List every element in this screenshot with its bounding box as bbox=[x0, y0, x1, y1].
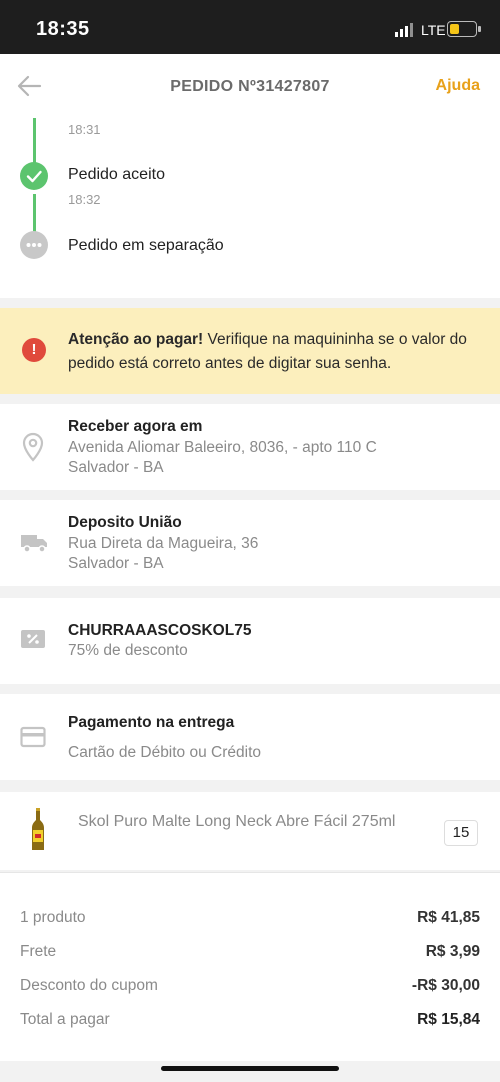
truck-icon bbox=[21, 535, 47, 553]
store-name: Deposito União bbox=[68, 514, 182, 531]
summary-label: 1 produto bbox=[20, 909, 86, 926]
timeline-time: 18:31 bbox=[68, 122, 101, 137]
product-quantity: 15 bbox=[444, 820, 478, 846]
alert-title: Atenção ao pagar! bbox=[68, 331, 204, 348]
store-card: Deposito União Rua Direta da Magueira, 3… bbox=[0, 500, 500, 586]
delivery-title: Receber agora em bbox=[68, 418, 203, 435]
status-bar: 18:35 LTE bbox=[0, 0, 500, 54]
credit-card-icon bbox=[20, 726, 46, 748]
payment-alert: ! Atenção ao pagar! Verifique na maquini… bbox=[0, 308, 500, 394]
product-item: Skol Puro Malte Long Neck Abre Fácil 275… bbox=[0, 792, 500, 870]
check-icon bbox=[20, 162, 48, 190]
battery-icon bbox=[447, 21, 481, 37]
summary-label: Desconto do cupom bbox=[20, 977, 158, 994]
store-address-line2: Salvador - BA bbox=[68, 555, 164, 572]
delivery-address-card: Receber agora em Avenida Aliomar Baleeir… bbox=[0, 404, 500, 490]
page-title: PEDIDO Nº31427807 bbox=[170, 78, 330, 95]
summary-value: R$ 41,85 bbox=[417, 909, 480, 926]
payment-method: Cartão de Débito ou Crédito bbox=[68, 744, 262, 761]
home-indicator[interactable] bbox=[161, 1066, 339, 1071]
app-header: PEDIDO Nº31427807 Ajuda bbox=[0, 54, 500, 118]
beer-bottle-icon bbox=[32, 808, 44, 850]
summary-label: Frete bbox=[20, 943, 57, 960]
store-address-line1: Rua Direta da Magueira, 36 bbox=[68, 535, 259, 552]
total-value: R$ 15,84 bbox=[417, 1011, 480, 1028]
product-name: Skol Puro Malte Long Neck Abre Fácil 275… bbox=[78, 813, 396, 830]
timeline-step-separating: Pedido em separação bbox=[68, 237, 224, 254]
delivery-address-line2: Salvador - BA bbox=[68, 459, 164, 476]
coupon-code: CHURRAAASCOSKOL75 bbox=[68, 622, 252, 639]
status-time: 18:35 bbox=[36, 18, 90, 40]
alert-text: Atenção ao pagar! Verifique na maquininh… bbox=[68, 328, 478, 376]
timeline-time: 18:32 bbox=[68, 192, 101, 207]
payment-card: Pagamento na entrega Cartão de Débito ou… bbox=[0, 694, 500, 780]
delivery-address-line1: Avenida Aliomar Baleeiro, 8036, - apto 1… bbox=[68, 439, 377, 456]
timeline-step-accepted: Pedido aceito bbox=[68, 166, 165, 183]
network-label: LTE bbox=[421, 22, 446, 38]
total-label: Total a pagar bbox=[20, 1011, 110, 1028]
location-pin-icon bbox=[22, 432, 44, 462]
signal-icon bbox=[395, 23, 415, 37]
alert-icon: ! bbox=[22, 338, 46, 362]
summary-value: -R$ 30,00 bbox=[411, 977, 480, 994]
coupon-icon bbox=[21, 630, 45, 648]
order-summary: 1 produto R$ 41,85 Frete R$ 3,99 Descont… bbox=[0, 872, 500, 1061]
coupon-discount: 75% de desconto bbox=[68, 642, 188, 659]
timeline-connector bbox=[33, 118, 36, 166]
summary-value: R$ 3,99 bbox=[425, 943, 480, 960]
coupon-card: CHURRAAASCOSKOL75 75% de desconto bbox=[0, 598, 500, 684]
order-timeline: 18:31 Pedido aceito 18:32 Pedido em sepa… bbox=[0, 118, 500, 298]
more-dots-icon bbox=[20, 231, 48, 259]
help-link[interactable]: Ajuda bbox=[436, 77, 480, 95]
payment-title: Pagamento na entrega bbox=[68, 714, 235, 731]
timeline-connector bbox=[33, 194, 36, 234]
